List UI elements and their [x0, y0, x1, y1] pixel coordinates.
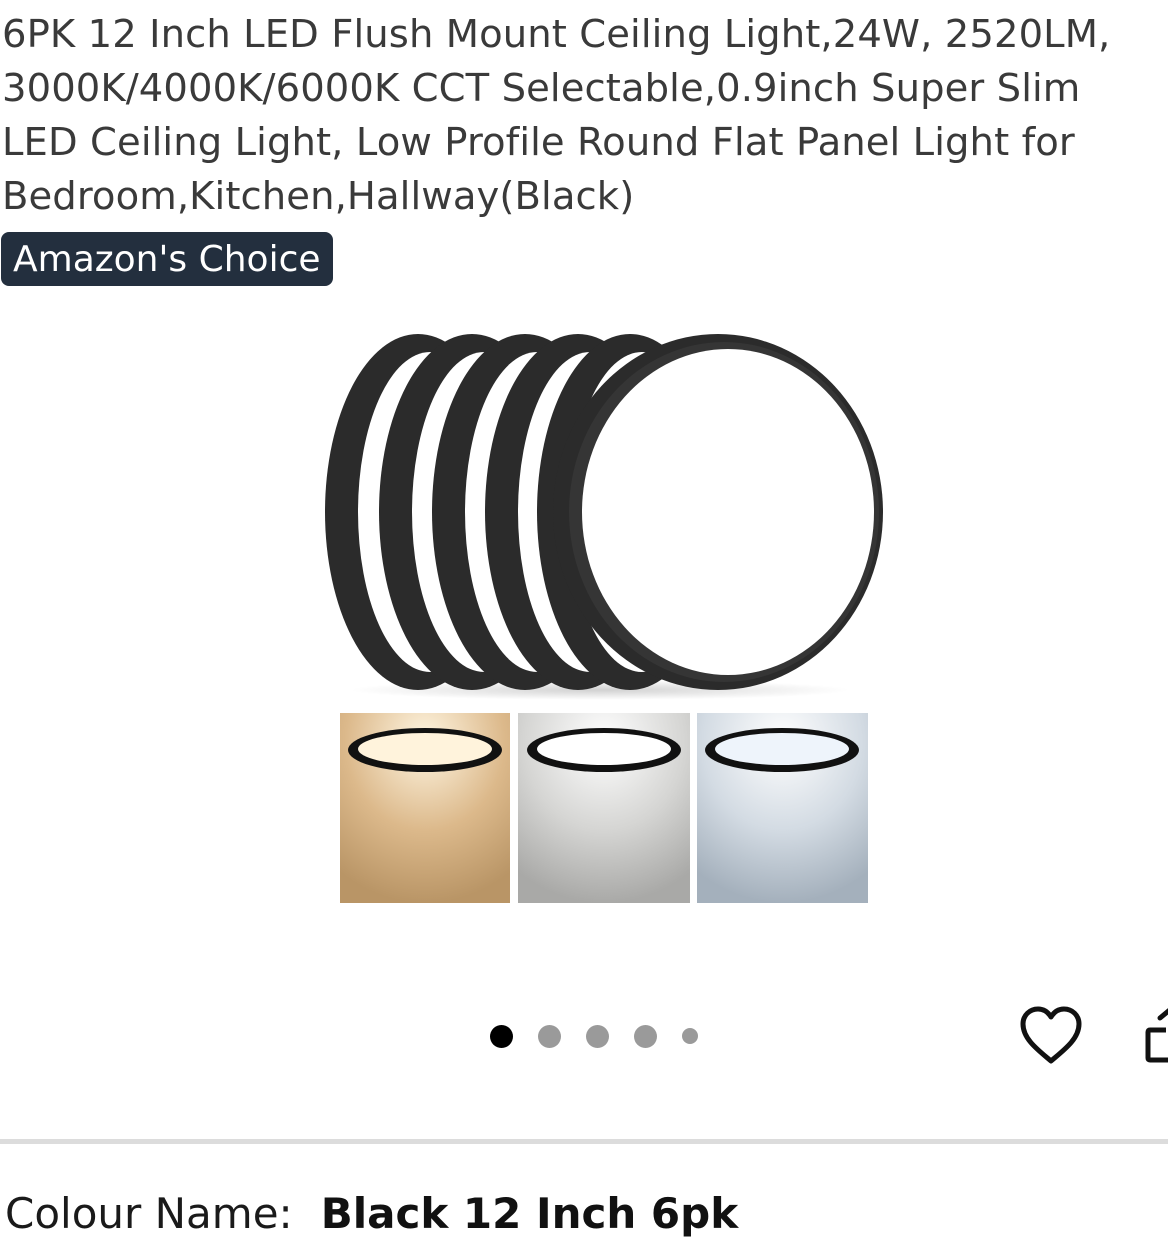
image-pagination	[490, 1020, 723, 1052]
product-image[interactable]	[300, 318, 900, 918]
pagination-dot-5[interactable]	[682, 1028, 698, 1044]
amazons-choice-badge: Amazon's Choice	[1, 232, 333, 286]
colour-selector[interactable]: Colour Name: Black 12 Inch 6pk	[5, 1186, 738, 1242]
pagination-dot-4[interactable]	[634, 1024, 657, 1048]
swatch-warm	[340, 713, 510, 903]
panel-stack	[325, 334, 883, 690]
pagination-dot-3[interactable]	[586, 1024, 609, 1048]
product-title: 6PK 12 Inch LED Flush Mount Ceiling Ligh…	[2, 12, 1111, 219]
heart-icon[interactable]	[1018, 1004, 1084, 1068]
pagination-dot-1[interactable]	[490, 1024, 513, 1048]
pagination-dot-2[interactable]	[538, 1024, 561, 1048]
swatch-neutral	[518, 713, 690, 903]
share-icon[interactable]	[1138, 1000, 1168, 1070]
swatch-cool	[697, 713, 868, 903]
colour-name-label: Colour Name:	[5, 1189, 293, 1238]
colour-name-value: Black 12 Inch 6pk	[320, 1189, 739, 1238]
section-divider	[0, 1139, 1168, 1144]
